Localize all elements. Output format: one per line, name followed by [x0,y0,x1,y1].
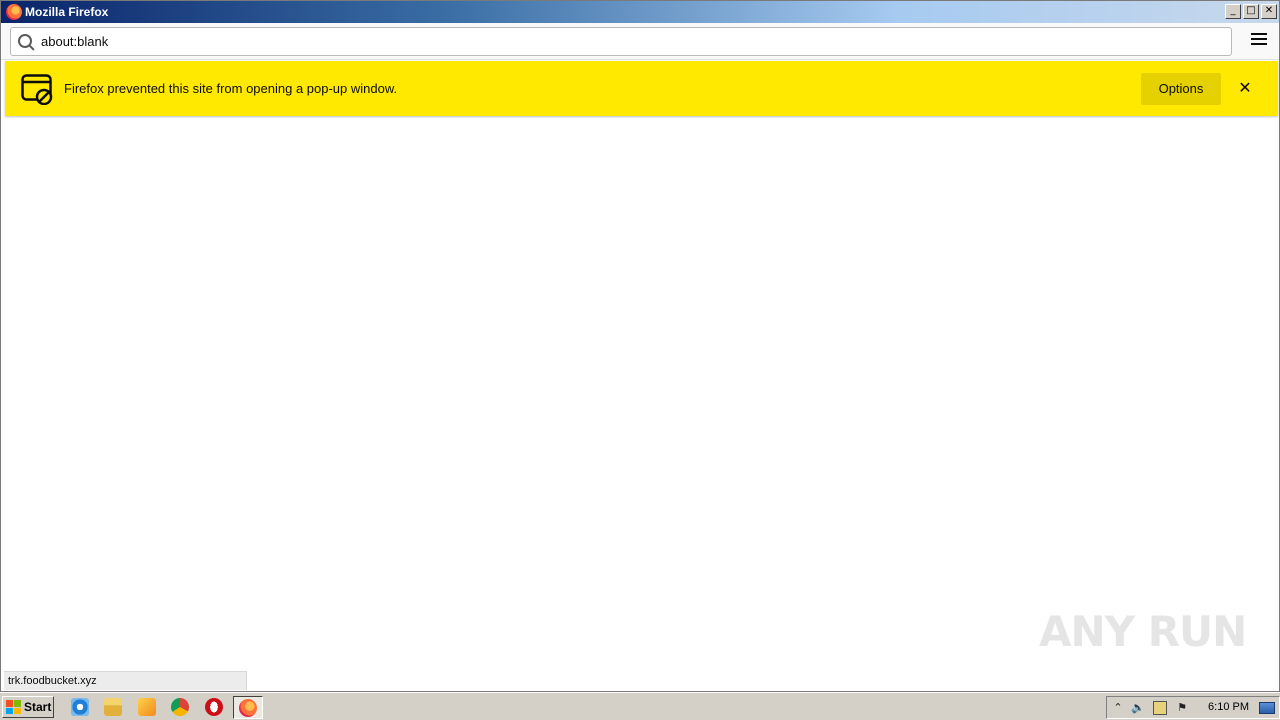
options-button[interactable]: Options [1141,73,1221,105]
firefox-logo-icon [6,4,22,20]
windows-flag-icon [6,700,21,714]
volume-icon[interactable]: 🔈 [1131,701,1145,715]
anyrun-watermark: ANY RUN [1039,607,1247,656]
media-player-icon[interactable] [138,698,156,716]
title-bar: Mozilla Firefox _ □ ✕ [1,1,1279,23]
internet-explorer-icon[interactable] [71,698,89,716]
close-notification-icon[interactable]: ✕ [1237,80,1253,96]
popup-blocked-notification: Firefox prevented this site from opening… [5,61,1278,116]
nav-bar: about:blank [1,23,1279,60]
maximize-button[interactable]: □ [1243,4,1259,19]
show-hidden-icons-icon[interactable]: ⌃ [1111,701,1125,715]
popup-blocked-icon [21,74,53,105]
window-title: Mozilla Firefox [25,5,109,19]
start-button[interactable]: Start [2,696,54,718]
window-controls: _ □ ✕ [1225,4,1277,19]
firefox-taskbar-button[interactable] [233,696,263,719]
clock[interactable]: 6:10 PM [1208,701,1249,713]
file-explorer-icon[interactable] [104,698,122,716]
minimize-button[interactable]: _ [1225,4,1241,19]
close-button[interactable]: ✕ [1261,4,1277,19]
status-link-preview: trk.foodbucket.xyz [4,671,247,690]
action-center-flag-icon[interactable]: ⚑ [1175,701,1189,715]
chrome-icon[interactable] [171,698,189,716]
hamburger-menu-icon[interactable] [1251,33,1267,47]
notification-message: Firefox prevented this site from opening… [64,81,398,96]
firefox-icon [239,699,257,717]
address-bar[interactable]: about:blank [10,27,1232,56]
search-icon [17,33,35,51]
start-label: Start [24,700,52,714]
address-bar-url[interactable]: about:blank [41,34,108,49]
taskbar: Start ⌃ 🔈 ⚑ 6:10 PM [0,692,1280,720]
system-tray: ⌃ 🔈 ⚑ 6:10 PM [1106,696,1280,719]
network-icon[interactable] [1153,701,1167,715]
options-button-label: Options [1158,81,1204,96]
opera-icon[interactable] [205,698,223,716]
firefox-window: Mozilla Firefox _ □ ✕ about:blank Firefo… [0,0,1280,692]
show-desktop-icon[interactable] [1259,702,1275,714]
